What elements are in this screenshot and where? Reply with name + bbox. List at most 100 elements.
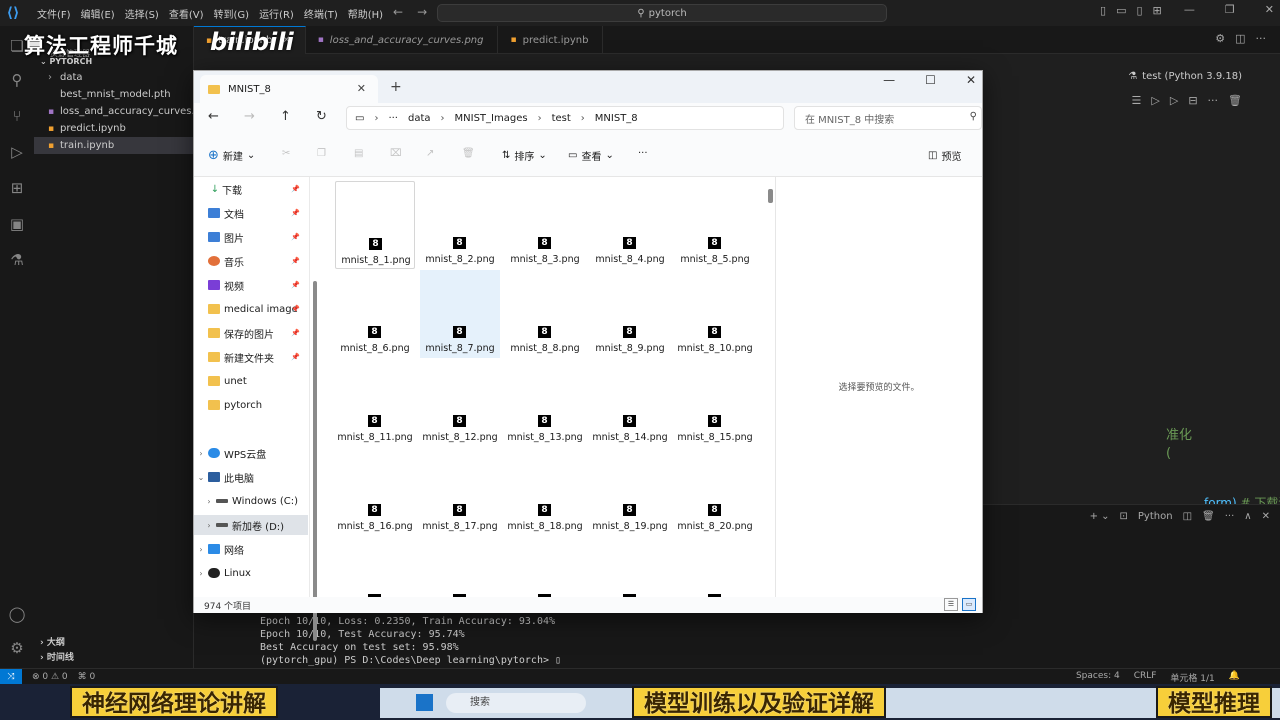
menu-item[interactable]: 帮助(H)	[343, 6, 388, 21]
more-actions-icon[interactable]: ···	[1256, 32, 1267, 45]
split-cell-icon[interactable]: ⊟	[1188, 94, 1197, 107]
toggle-sidebar-icon[interactable]: ▯	[1100, 4, 1106, 17]
menu-item[interactable]: 转到(G)	[209, 6, 255, 21]
settings-gear-icon[interactable]: ⚙	[7, 638, 27, 658]
toggle-secondary-sidebar-icon[interactable]: ▯	[1136, 4, 1142, 17]
restore-icon[interactable]: ❐	[1225, 3, 1235, 16]
file-item[interactable]: 8 mnist_8_8.png	[505, 270, 585, 358]
tab-predict[interactable]: ▪ predict.ipynb	[498, 26, 604, 54]
windows-start-icon[interactable]	[416, 694, 433, 711]
large-icons-view-icon[interactable]: ▭	[962, 598, 976, 611]
file-item[interactable]: 8 mnist_8_6.png	[335, 270, 415, 358]
paste-icon[interactable]: ▤	[354, 148, 363, 159]
close-panel-icon[interactable]: ✕	[1262, 511, 1270, 522]
split-terminal-icon[interactable]: ◫	[1183, 511, 1192, 522]
split-editor-icon[interactable]: ◫	[1235, 32, 1245, 45]
nav-item-wps-cloud[interactable]: › WPS云盘	[194, 443, 308, 463]
maximize-panel-icon[interactable]: ∧	[1244, 511, 1251, 522]
new-button[interactable]: ⊕ 新建 ⌄	[208, 148, 255, 163]
maximize-icon[interactable]: ☐	[925, 73, 936, 87]
kill-terminal-icon[interactable]: 🗑	[1202, 511, 1215, 522]
nav-item-network[interactable]: › 网络	[194, 539, 308, 559]
menu-item[interactable]: 终端(T)	[299, 6, 343, 21]
file-item[interactable]: 8 mnist_8_2.png	[420, 181, 500, 269]
nav-pane-scrollbar[interactable]	[313, 281, 317, 641]
file-item[interactable]: 8 mnist_8_5.png	[675, 181, 755, 269]
file-item[interactable]: 8 mnist_8_12.png	[420, 359, 500, 447]
view-button[interactable]: ▭ 查看 ⌄	[568, 148, 614, 163]
nav-item-pytorch[interactable]: pytorch	[194, 395, 308, 415]
toggle-panel-icon[interactable]: ▭	[1116, 4, 1126, 17]
command-center-search[interactable]: ⚲ pytorch	[437, 4, 887, 22]
terminal-output[interactable]: Epoch 10/10, Loss: 0.2350, Train Accurac…	[260, 615, 561, 667]
indent-setting[interactable]: Spaces: 4	[1076, 671, 1120, 684]
eol-setting[interactable]: CRLF	[1134, 671, 1157, 684]
explorer-tab[interactable]: MNIST_8 ✕	[200, 75, 378, 103]
file-item[interactable]: 8 mnist_8_1.png	[335, 181, 415, 269]
back-arrow-icon[interactable]: ←	[393, 5, 403, 19]
hidden-crumbs-icon[interactable]: ···	[388, 113, 398, 124]
nav-item-drive-d[interactable]: › 新加卷 (D:)	[194, 515, 308, 535]
file-item[interactable]: 8 mnist_8_14.png	[590, 359, 670, 447]
menu-item[interactable]: 文件(F)	[32, 6, 76, 21]
file-item[interactable]: 8 mnist_8_17.png	[420, 448, 500, 536]
taskbar-search[interactable]: 搜索	[446, 693, 586, 713]
close-icon[interactable]: ✕	[966, 73, 976, 87]
run-debug-icon[interactable]: ▷	[7, 142, 27, 162]
notifications-bell-icon[interactable]: 🔔	[1229, 671, 1240, 684]
file-item[interactable]: 8 mnist_8_10.png	[675, 270, 755, 358]
problems-count[interactable]: ⊗ 0 ⚠ 0	[32, 672, 68, 682]
close-tab-icon[interactable]: ✕	[357, 82, 366, 95]
chevron-right-icon[interactable]: ›	[194, 449, 208, 458]
breadcrumb-item[interactable]: MNIST_8	[595, 113, 638, 124]
tab-curves[interactable]: ▪ loss_and_accuracy_curves.png	[306, 26, 499, 54]
file-item[interactable]: 8 mnist_8_16.png	[335, 448, 415, 536]
nav-item-downloads[interactable]: ↓ 下载 📌	[194, 179, 308, 199]
back-arrow-icon[interactable]: ←	[208, 109, 219, 124]
share-icon[interactable]: ↗	[426, 148, 434, 159]
chevron-down-icon[interactable]: ⌄	[194, 473, 208, 482]
run-cell-icon[interactable]: ▷	[1151, 94, 1159, 107]
file-item[interactable]: 8 mnist_8_19.png	[590, 448, 670, 536]
file-item[interactable]: 8 mnist_8_15.png	[675, 359, 755, 447]
file-item[interactable]: 8 mnist_8_7.png	[420, 270, 500, 358]
copy-icon[interactable]: ❐	[317, 148, 326, 159]
address-path[interactable]: ▭ › ··· data › MNIST_Images › test › MNI…	[346, 106, 784, 130]
settings-gear-icon[interactable]: ⚙	[1215, 32, 1225, 45]
menu-item[interactable]: 编辑(E)	[76, 6, 120, 21]
chevron-right-icon[interactable]: ›	[194, 545, 208, 554]
breadcrumb-item[interactable]: MNIST_Images	[455, 113, 528, 124]
new-tab-icon[interactable]: +	[390, 79, 402, 95]
up-arrow-icon[interactable]: ↑	[280, 109, 291, 124]
nav-item-drive-c[interactable]: › Windows (C:)	[194, 491, 308, 511]
rename-icon[interactable]: ⌧	[390, 148, 402, 159]
timeline-section[interactable]: › 时间线	[34, 651, 194, 666]
search-icon[interactable]: ⚲	[7, 70, 27, 90]
nav-item-linux[interactable]: › Linux	[194, 563, 308, 583]
refresh-icon[interactable]: ↻	[316, 109, 327, 124]
breadcrumb-item[interactable]: data	[408, 113, 431, 124]
delete-cell-icon[interactable]: 🗑	[1228, 94, 1242, 107]
remote-indicator-icon[interactable]: ⤨	[0, 668, 22, 685]
nav-item-saved-pictures[interactable]: 保存的图片 📌	[194, 323, 308, 343]
nav-item-videos[interactable]: 视频 📌	[194, 275, 308, 295]
menu-item[interactable]: 选择(S)	[120, 6, 164, 21]
chevron-right-icon[interactable]: ›	[194, 569, 208, 578]
customize-layout-icon[interactable]: ⊞	[1153, 4, 1162, 17]
terminal-shell-label[interactable]: Python	[1138, 511, 1173, 522]
account-icon[interactable]: ◯	[7, 604, 27, 624]
ports-count[interactable]: ⌘ 0	[78, 672, 96, 682]
source-control-icon[interactable]: ⑂	[7, 106, 27, 126]
forward-arrow-icon[interactable]: →	[417, 5, 427, 19]
sort-button[interactable]: ⇅ 排序 ⌄	[502, 148, 547, 163]
file-item[interactable]: 8 mnist_8_9.png	[590, 270, 670, 358]
tree-item-model[interactable]: best_mnist_model.pth	[34, 86, 194, 103]
nav-item-music[interactable]: 音乐 📌	[194, 251, 308, 271]
tree-item-predict[interactable]: ▪ predict.ipynb	[34, 120, 194, 137]
cell-indicator[interactable]: 单元格 1/1	[1170, 671, 1214, 684]
chevron-right-icon[interactable]: ›	[202, 497, 216, 506]
nav-item-this-pc[interactable]: ⌄ 此电脑	[194, 467, 308, 487]
more-cell-actions-icon[interactable]: ···	[1208, 94, 1219, 107]
delete-icon[interactable]: 🗑	[462, 148, 475, 159]
minimize-icon[interactable]: —	[1184, 3, 1195, 16]
